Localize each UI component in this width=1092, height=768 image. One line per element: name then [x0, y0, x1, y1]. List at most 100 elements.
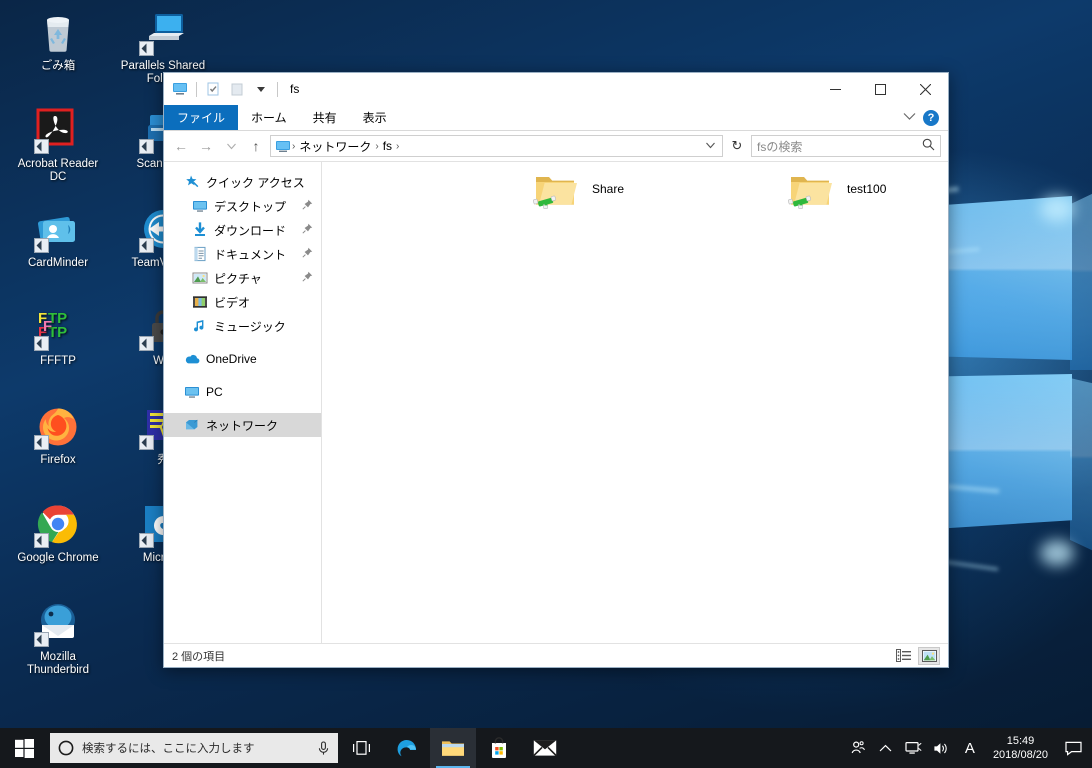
tab-view[interactable]: 表示	[350, 105, 400, 130]
nav-item-onedrive[interactable]: OneDrive	[164, 347, 321, 371]
toolbar-separator	[196, 81, 197, 97]
new-folder-icon[interactable]	[226, 78, 248, 100]
clock-time: 15:49	[1006, 735, 1035, 747]
window-controls[interactable]	[813, 73, 948, 105]
nav-item-star-pin[interactable]: クイック アクセス	[164, 170, 321, 194]
mail-button[interactable]	[522, 728, 568, 768]
desktop-icon-acrobat-reader-dc[interactable]: Acrobat Reader DC	[8, 106, 108, 184]
desktop-icon-cardminder[interactable]: CardMinder	[8, 205, 108, 270]
acrobat-reader-dc-icon	[34, 106, 82, 154]
volume-icon[interactable]	[929, 728, 955, 768]
file-explorer-window[interactable]: fs ファイル ホーム 共有 表示 ? ← → ↑ › ネットワーク › fs …	[163, 72, 949, 668]
pin-icon[interactable]	[302, 223, 313, 237]
item-count-label: 2 個の項目	[172, 650, 226, 663]
taskbar[interactable]: 検索するには、ここに入力します A 15:49 2018/08/20	[0, 728, 1092, 768]
pin-icon[interactable]	[302, 271, 313, 285]
file-list-item[interactable]: test100	[787, 168, 1037, 217]
network-icon[interactable]	[901, 728, 927, 768]
nav-item-picture[interactable]: ピクチャ	[164, 266, 321, 290]
nav-item-download[interactable]: ダウンロード	[164, 218, 321, 242]
tab-home[interactable]: ホーム	[238, 105, 300, 130]
ribbon-right-controls[interactable]: ?	[903, 105, 948, 130]
quick-access-toolbar[interactable]: fs	[164, 78, 299, 100]
nav-item-label: PC	[206, 385, 223, 399]
minimize-button[interactable]	[813, 73, 858, 105]
ribbon-tab-bar[interactable]: ファイル ホーム 共有 表示 ?	[164, 105, 948, 131]
chevron-up-icon[interactable]	[873, 728, 899, 768]
google-chrome-icon	[34, 500, 82, 548]
shortcut-arrow-icon	[139, 139, 154, 154]
task-view-button[interactable]	[338, 728, 384, 768]
tab-file[interactable]: ファイル	[164, 105, 239, 130]
address-dropdown-icon[interactable]	[701, 141, 720, 151]
large-icons-view-button[interactable]	[918, 646, 940, 665]
breadcrumb-fs[interactable]: fs	[380, 139, 395, 153]
shortcut-arrow-icon	[139, 533, 154, 548]
up-button[interactable]: ↑	[245, 135, 267, 157]
nav-item-label: ネットワーク	[206, 418, 279, 433]
desktop-icon	[192, 198, 208, 214]
breadcrumb-network[interactable]: ネットワーク	[296, 138, 374, 155]
ime-icon[interactable]: A	[957, 728, 983, 768]
file-list-item[interactable]: Share	[532, 168, 782, 217]
nav-item-document[interactable]: ドキュメント	[164, 242, 321, 266]
desktop-icon-recycle-bin[interactable]: ごみ箱	[8, 8, 108, 73]
tab-share[interactable]: 共有	[300, 105, 350, 130]
recent-locations-icon[interactable]	[220, 135, 242, 157]
people-icon[interactable]	[845, 728, 871, 768]
nav-item-music[interactable]: ミュージック	[164, 314, 321, 338]
start-button[interactable]	[0, 728, 48, 768]
nav-item-desktop[interactable]: デスクトップ	[164, 194, 321, 218]
shortcut-arrow-icon	[139, 41, 154, 56]
chevron-down-icon[interactable]	[903, 112, 916, 124]
file-list-pane[interactable]: Share test100	[322, 162, 948, 643]
svg-text:F: F	[43, 318, 52, 335]
desktop-icon-ffftp[interactable]: F TP F TP F FFFTP	[8, 303, 108, 368]
maximize-button[interactable]	[858, 73, 903, 105]
system-tray[interactable]: A 15:49 2018/08/20	[845, 728, 1092, 768]
desktop-icon-firefox[interactable]: Firefox	[8, 402, 108, 467]
details-view-button[interactable]	[892, 647, 914, 665]
back-button[interactable]: ←	[170, 135, 192, 157]
close-button[interactable]	[903, 73, 948, 105]
taskbar-search-input[interactable]: 検索するには、ここに入力します	[50, 733, 338, 763]
window-title: fs	[290, 82, 300, 96]
properties-icon[interactable]	[202, 78, 224, 100]
nav-item-pc[interactable]: PC	[164, 380, 321, 404]
nav-item-label: OneDrive	[206, 352, 257, 366]
view-mode-buttons[interactable]	[892, 646, 940, 665]
shortcut-arrow-icon	[34, 533, 49, 548]
store-button[interactable]	[476, 728, 522, 768]
address-bar[interactable]: › ネットワーク › fs ›	[270, 135, 723, 157]
clock[interactable]: 15:49 2018/08/20	[985, 734, 1056, 762]
forward-button[interactable]: →	[195, 135, 217, 157]
nav-group-spacer	[164, 338, 321, 347]
edge-button[interactable]	[384, 728, 430, 768]
search-input[interactable]: fsの検索	[751, 135, 941, 157]
nav-item-network[interactable]: ネットワーク	[164, 413, 321, 437]
action-center-icon[interactable]	[1058, 728, 1088, 768]
customize-dropdown-icon[interactable]	[250, 78, 272, 100]
refresh-button[interactable]: ↻	[726, 135, 748, 157]
toolbar-separator	[277, 81, 278, 97]
desktop-icon-mozilla-thunderbird[interactable]: Mozilla Thunderbird	[8, 599, 108, 677]
file-explorer-button[interactable]	[430, 728, 476, 768]
nav-item-video[interactable]: ビデオ	[164, 290, 321, 314]
nav-group-spacer	[164, 371, 321, 380]
desktop-icon-google-chrome[interactable]: Google Chrome	[8, 500, 108, 565]
nav-item-label: ピクチャ	[214, 271, 262, 286]
music-icon	[192, 318, 208, 334]
pin-icon[interactable]	[302, 247, 313, 261]
nav-group-spacer	[164, 404, 321, 413]
shortcut-arrow-icon	[139, 435, 154, 450]
microphone-icon[interactable]	[317, 740, 330, 756]
navigation-pane[interactable]: クイック アクセス デスクトップ ダウンロード ドキュメントピクチャビデオ ミュージック…	[164, 162, 322, 643]
pin-icon[interactable]	[302, 199, 313, 213]
network-computer-icon[interactable]	[169, 78, 191, 100]
window-title-bar[interactable]: fs	[164, 73, 948, 105]
desktop-icon-label: Firefox	[40, 454, 76, 466]
address-toolbar[interactable]: ← → ↑ › ネットワーク › fs › ↻ fsの検索	[164, 131, 948, 161]
search-icon[interactable]	[922, 138, 935, 154]
shortcut-arrow-icon	[34, 139, 49, 154]
help-icon[interactable]: ?	[923, 109, 939, 126]
